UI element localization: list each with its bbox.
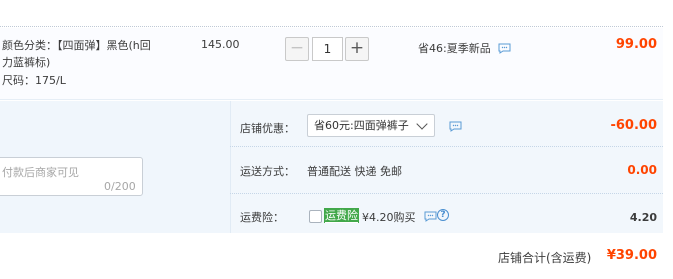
- item-spec-size: 尺码：175/L: [2, 74, 66, 87]
- help-icon[interactable]: ?: [437, 209, 449, 221]
- item-spec-color-cont: 力蓝裤标): [2, 56, 51, 69]
- shipping-fee: 0.00: [627, 163, 657, 177]
- chat-icon[interactable]: [498, 43, 511, 54]
- shop-total-amount: ¥39.00: [606, 248, 657, 263]
- quantity-increase-button[interactable]: +: [345, 37, 369, 61]
- quantity-decrease-button[interactable]: −: [285, 37, 309, 61]
- item-spec-color: 颜色分类：【四面弹】黑色(h回: [2, 37, 151, 54]
- shop-discount-selected: 省60元:四面弹裤子: [314, 119, 409, 132]
- shipping-label: 运送方式：: [240, 165, 295, 178]
- quantity-input[interactable]: [312, 37, 343, 61]
- row-divider: [230, 193, 663, 194]
- shop-discount-select[interactable]: 省60元:四面弹裤子: [307, 114, 435, 137]
- chat-icon[interactable]: [449, 121, 462, 132]
- shop-discount-label: 店铺优惠：: [240, 122, 295, 135]
- chat-icon[interactable]: [424, 211, 437, 222]
- item-subtotal: 99.00: [615, 37, 657, 52]
- shipping-method: 普通配送 快递 免邮: [307, 165, 402, 178]
- row-divider: [230, 146, 663, 147]
- memo-placeholder: 付款后商家可见: [2, 166, 79, 179]
- spec-color-value: 【四面弹】黑色(h回: [57, 39, 151, 52]
- insurance-label: 运费险：: [240, 211, 284, 224]
- insurance-price: ¥4.20购买: [362, 211, 416, 224]
- unit-price: 145.00: [201, 38, 240, 51]
- shop-discount-amount: -60.00: [610, 118, 657, 133]
- item-promo: 省46:夏季新品: [418, 40, 511, 56]
- spec-color-label: 颜色分类：: [2, 39, 57, 52]
- insurance-badge: 运费险: [324, 208, 359, 223]
- insurance-fee: 4.20: [629, 211, 657, 224]
- insurance-badge-text: 运费险: [325, 209, 358, 223]
- top-divider: [0, 26, 663, 27]
- shop-total-label: 店铺合计(含运费): [498, 251, 592, 265]
- memo-char-counter: 0/200: [104, 180, 136, 193]
- insurance-checkbox[interactable]: [309, 210, 322, 223]
- item-promo-text: 省46:夏季新品: [418, 42, 491, 55]
